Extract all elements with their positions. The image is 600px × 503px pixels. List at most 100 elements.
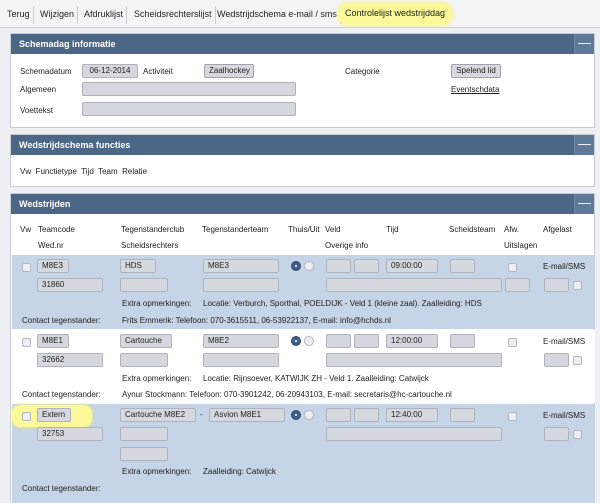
tegenstanderteam-field[interactable]: M8E3 — [203, 259, 279, 273]
categorie-button[interactable]: Spelend lid — [451, 64, 501, 78]
tijd-field[interactable]: 12:00:00 — [386, 334, 438, 348]
tab-controlelijst-wedstrijddag[interactable]: Controlelijst wedstrijddag — [338, 3, 453, 25]
afw-checkbox[interactable] — [508, 263, 517, 272]
scheidsrechter-2-field[interactable] — [203, 278, 279, 292]
teamcode-field[interactable]: M8E3 — [37, 259, 69, 273]
tegenstanderclub-field[interactable]: HDS — [120, 259, 156, 273]
schemadatum-field[interactable]: 06-12-2014 — [82, 64, 138, 78]
scheidsrechter-2-field[interactable] — [120, 447, 168, 461]
schemadatum-label: Schemadatum — [20, 67, 72, 76]
uit-radio[interactable] — [304, 336, 314, 346]
tegenstanderclub-field[interactable]: Cartouche M8E2 — [120, 408, 196, 422]
tab-terug[interactable]: Terug — [4, 6, 34, 24]
table-row: M8E3 HDS M8E3 09:00:00 E-mail/SMS 31860 … — [12, 255, 595, 329]
wednr-field[interactable]: 31860 — [37, 278, 103, 292]
afgelast-field[interactable] — [544, 353, 569, 367]
scheidsrechter-field[interactable] — [120, 353, 168, 367]
scheidsteam-field[interactable] — [450, 259, 475, 273]
tab-wijzigen[interactable]: Wijzigen — [37, 6, 79, 24]
uitslag-field[interactable] — [505, 278, 530, 292]
table-row: M8E1 Cartouche M8E2 12:00:00 E-mail/SMS … — [12, 330, 595, 403]
contact-tegenstander-text: Aynur Stockmann: Telefoon: 070-3901242, … — [122, 390, 452, 399]
table-row: Extern Cartouche M8E2 - Asvion M8E1 12:4… — [12, 404, 595, 503]
eventschdata-link[interactable]: Eventschdata — [451, 85, 499, 94]
afgelast-field[interactable] — [544, 427, 569, 441]
extra-opmerkingen-text: Locatie: Verburch, Sporthal, POELDIJK - … — [203, 299, 482, 308]
veld-2-field[interactable] — [354, 259, 379, 273]
row-checkbox[interactable] — [22, 263, 31, 272]
thuis-radio[interactable] — [291, 336, 301, 346]
functies-columns: Vw Functietype Tijd Team Relatie — [20, 167, 148, 176]
extra-opmerkingen-label: Extra opmerkingen: — [122, 374, 192, 383]
activiteit-button[interactable]: Zaalhockey — [204, 64, 254, 78]
email-sms-link[interactable]: E-mail/SMS — [543, 411, 585, 420]
schemadag-informatie-panel: Schemadag informatie — Schemadatum 06-12… — [10, 33, 595, 128]
thuis-radio[interactable] — [291, 410, 301, 420]
voettekst-field[interactable] — [82, 102, 296, 116]
scheidsteam-field[interactable] — [450, 334, 475, 348]
veld-field[interactable] — [326, 259, 351, 273]
tegenstanderclub-field[interactable]: Cartouche — [120, 334, 172, 348]
panel-header: Wedstrijden — [11, 194, 594, 214]
col-veld: Veld — [325, 225, 341, 234]
uit-radio[interactable] — [304, 410, 314, 420]
scheidsrechter-2-field[interactable] — [203, 353, 279, 367]
tab-scheidsrechterslijst[interactable]: Scheidsrechterslijst — [131, 6, 216, 24]
tab-bar: Terug Wijzigen Afdruklijst Scheidsrechte… — [0, 0, 600, 28]
veld-2-field[interactable] — [354, 408, 379, 422]
afgelast-checkbox[interactable] — [573, 281, 582, 290]
veld-field[interactable] — [326, 408, 351, 422]
activiteit-label: Activiteit — [143, 67, 173, 76]
categorie-label: Categorie — [345, 67, 380, 76]
overige-info-field[interactable] — [326, 353, 502, 367]
col-teamcode: Teamcode — [38, 225, 75, 234]
tegenstanderteam-field[interactable]: Asvion M8E1 — [209, 408, 285, 422]
afgelast-checkbox[interactable] — [573, 430, 582, 439]
thuis-radio[interactable] — [291, 261, 301, 271]
tijd-field[interactable]: 09:00:00 — [386, 259, 438, 273]
col-thuis-uit: Thuis/Uit — [288, 225, 320, 234]
tab-afdruklijst[interactable]: Afdruklijst — [81, 6, 128, 24]
collapse-icon[interactable]: — — [574, 135, 594, 155]
afw-checkbox[interactable] — [508, 412, 517, 421]
row-checkbox[interactable] — [22, 412, 31, 421]
afgelast-checkbox[interactable] — [573, 356, 582, 365]
scheidsteam-field[interactable] — [450, 408, 475, 422]
extra-opmerkingen-label: Extra opmerkingen: — [122, 467, 192, 476]
veld-field[interactable] — [326, 334, 351, 348]
wednr-field[interactable]: 32753 — [37, 427, 103, 441]
collapse-icon[interactable]: — — [574, 34, 594, 54]
algemeen-field[interactable] — [82, 82, 296, 96]
teamcode-field[interactable]: M8E1 — [37, 334, 69, 348]
tab-wedstrijdschema-email-sms[interactable]: Wedstrijdschema e-mail / sms — [214, 6, 341, 24]
col-overige-info: Overige info — [325, 241, 369, 250]
col-tijd: Tijd — [386, 225, 399, 234]
scheidsrechter-field[interactable] — [120, 427, 168, 441]
voettekst-label: Voettekst — [20, 106, 53, 115]
teamcode-field[interactable]: Extern — [37, 408, 71, 422]
col-tegenstanderteam: Tegenstanderteam — [202, 225, 269, 234]
overige-info-field[interactable] — [326, 427, 502, 441]
afgelast-field[interactable] — [544, 278, 569, 292]
tegenstanderteam-field[interactable]: M8E2 — [203, 334, 279, 348]
panel-header: Wedstrijdschema functies — [11, 135, 594, 155]
collapse-icon[interactable]: — — [574, 194, 594, 214]
overige-info-field[interactable] — [326, 278, 502, 292]
col-wednr: Wed.nr — [38, 241, 64, 250]
col-uitslagen: Uitslagen — [504, 241, 538, 250]
panel-title: Schemadag informatie — [19, 39, 116, 49]
tijd-field[interactable]: 12:40:00 — [386, 408, 438, 422]
veld-2-field[interactable] — [354, 334, 379, 348]
afw-checkbox[interactable] — [508, 338, 517, 347]
algemeen-label: Algemeen — [20, 85, 57, 94]
uit-radio[interactable] — [304, 261, 314, 271]
wednr-field[interactable]: 32662 — [37, 353, 103, 367]
email-sms-link[interactable]: E-mail/SMS — [543, 262, 585, 271]
row-checkbox[interactable] — [22, 338, 31, 347]
email-sms-link[interactable]: E-mail/SMS — [543, 337, 585, 346]
wedstrijden-panel: Wedstrijden — Vw Teamcode Wed.nr Tegenst… — [10, 193, 595, 503]
scheidsrechter-field[interactable] — [120, 278, 168, 292]
contact-tegenstander-text: Frits Emmerik: Telefoon: 070-3615511, 06… — [122, 316, 391, 325]
extra-opmerkingen-text: Locatie: Rijnsoever, KATWIJK ZH - Veld 1… — [203, 374, 429, 383]
extra-opmerkingen-text: Zaalleiding: Catwijck — [203, 467, 276, 476]
